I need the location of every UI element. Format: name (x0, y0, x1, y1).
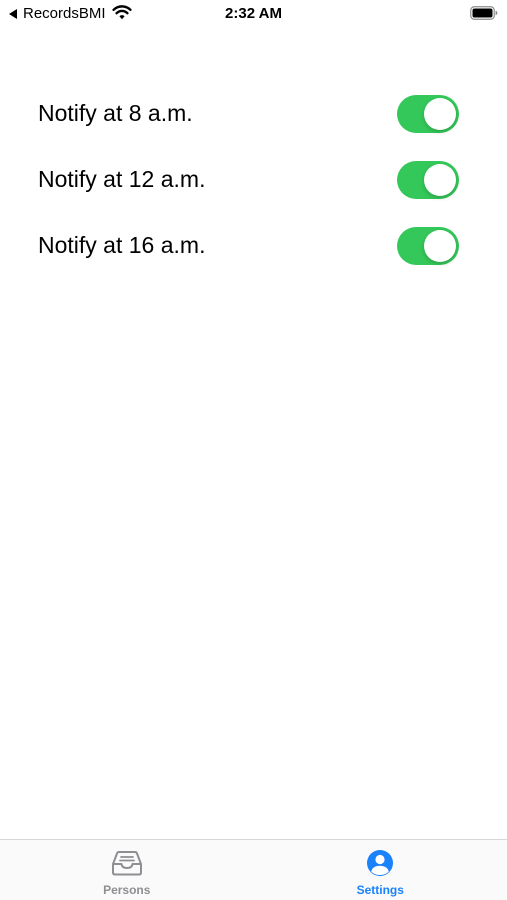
tab-persons[interactable]: Persons (0, 840, 254, 900)
status-time: 2:32 AM (225, 5, 282, 22)
settings-list: Notify at 8 a.m. Notify at 12 a.m. Notif… (0, 84, 507, 282)
tab-settings[interactable]: Settings (254, 840, 507, 900)
battery-icon (470, 6, 498, 20)
toggle-knob (424, 164, 456, 196)
tray-icon (111, 851, 142, 876)
toggle-knob (424, 230, 456, 262)
toggle-knob (424, 98, 456, 130)
notify-8-toggle[interactable] (397, 95, 459, 133)
tab-settings-label: Settings (356, 883, 404, 897)
status-bar: RecordsBMI 2:32 AM (0, 0, 507, 28)
setting-label: Notify at 8 a.m. (38, 100, 193, 126)
setting-row-notify-12: Notify at 12 a.m. (0, 150, 507, 216)
setting-label: Notify at 16 a.m. (38, 232, 206, 258)
tab-bar: Persons Settings (0, 839, 507, 900)
tab-persons-label: Persons (103, 883, 151, 897)
person-circle-icon (367, 850, 394, 876)
setting-label: Notify at 12 a.m. (38, 166, 206, 192)
notify-12-toggle[interactable] (397, 161, 459, 199)
setting-row-notify-16: Notify at 16 a.m. (0, 216, 507, 282)
notify-16-toggle[interactable] (397, 227, 459, 265)
setting-row-notify-8: Notify at 8 a.m. (0, 84, 507, 150)
